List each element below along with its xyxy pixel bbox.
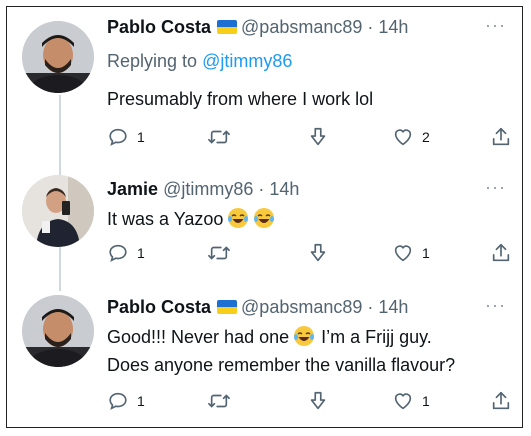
tweet-actions: 1 1 [107,389,512,413]
reply-icon [109,244,127,262]
tweet-text-line1-start: Good!!! Never had one [107,327,290,347]
down-arrow-icon [310,391,326,410]
heart-icon [394,245,412,262]
ukraine-flag-icon [217,20,238,34]
share-icon [492,127,510,146]
tweet-thread: Pablo Costa @pabsmanc89 · 14h ··· Replyin… [6,6,523,428]
separator: · [258,179,265,199]
display-name[interactable]: Jamie [107,179,158,199]
reply-button[interactable]: 1 [107,241,145,265]
retweet-icon [208,246,230,260]
like-button[interactable]: 2 [392,125,430,149]
share-button[interactable] [490,389,512,413]
heart-icon [394,393,412,410]
laughing-face-emoji-icon [227,207,249,229]
retweet-icon [208,130,230,144]
timestamp[interactable]: 14h [269,179,299,199]
tweet-text: Good!!! Never had one I’m a Frijj guy. Do… [107,323,455,379]
tweet-text: Presumably from where I work lol [107,89,374,109]
display-name[interactable]: Pablo Costa [107,17,211,37]
retweet-icon [208,394,230,408]
retweet-button[interactable] [207,389,239,413]
reply-icon [109,128,127,146]
save-button[interactable] [307,241,329,265]
tweet-actions: 1 2 [107,125,512,149]
user-handle[interactable]: @jtimmy86 [163,179,253,199]
tweet-header: Jamie @jtimmy86 · 14h [107,179,299,200]
user-handle[interactable]: @pabsmanc89 [241,297,362,317]
avatar[interactable] [22,21,94,93]
tweet-text-line2: Does anyone remember the vanilla flavour… [107,355,456,375]
like-button[interactable]: 1 [392,389,430,413]
avatar[interactable] [22,295,94,367]
tweet[interactable]: Pablo Costa @pabsmanc89 · 14h ··· Good!!!… [7,285,522,427]
reply-count: 1 [137,129,145,145]
tweet-header: Pablo Costa @pabsmanc89 · 14h [107,17,408,38]
replying-to: Replying to @jtimmy86 [107,51,292,72]
share-icon [492,391,510,410]
laughing-face-emoji-icon [253,207,275,229]
share-icon [492,243,510,262]
heart-icon [394,129,412,146]
like-button[interactable]: 1 [392,241,430,265]
share-button[interactable] [490,125,512,149]
reply-count: 1 [137,393,145,409]
more-options-icon[interactable]: ··· [485,15,506,36]
tweet-actions: 1 1 [107,241,512,265]
timestamp[interactable]: 14h [378,17,408,37]
avatar[interactable] [22,175,94,247]
display-name[interactable]: Pablo Costa [107,297,211,317]
more-options-icon[interactable]: ··· [485,177,506,198]
like-count: 1 [422,245,430,261]
tweet-text: It was a Yazoo [107,205,275,233]
timestamp[interactable]: 14h [378,297,408,317]
ukraine-flag-icon [217,300,238,314]
share-button[interactable] [490,241,512,265]
tweet-text-line1-end: I’m a Frijj guy. [321,327,432,347]
tweet[interactable]: Pablo Costa @pabsmanc89 · 14h ··· Replyin… [7,7,522,157]
laughing-face-emoji-icon [293,325,315,347]
reply-icon [109,392,127,410]
down-arrow-icon [310,243,326,262]
down-arrow-icon [310,127,326,146]
like-count: 2 [422,129,430,145]
reply-count: 1 [137,245,145,261]
tweet[interactable]: Jamie @jtimmy86 · 14h ··· It was a Yazoo… [7,157,522,285]
separator: · [367,297,374,317]
like-count: 1 [422,393,430,409]
separator: · [367,17,374,37]
save-button[interactable] [307,125,329,149]
retweet-button[interactable] [207,125,239,149]
reply-button[interactable]: 1 [107,389,145,413]
user-handle[interactable]: @pabsmanc89 [241,17,362,37]
mention-link[interactable]: @jtimmy86 [202,51,292,71]
reply-button[interactable]: 1 [107,125,145,149]
retweet-button[interactable] [207,241,239,265]
tweet-header: Pablo Costa @pabsmanc89 · 14h [107,297,408,318]
save-button[interactable] [307,389,329,413]
replying-to-label: Replying to [107,51,198,71]
more-options-icon[interactable]: ··· [485,295,506,316]
tweet-text-content: It was a Yazoo [107,209,224,229]
